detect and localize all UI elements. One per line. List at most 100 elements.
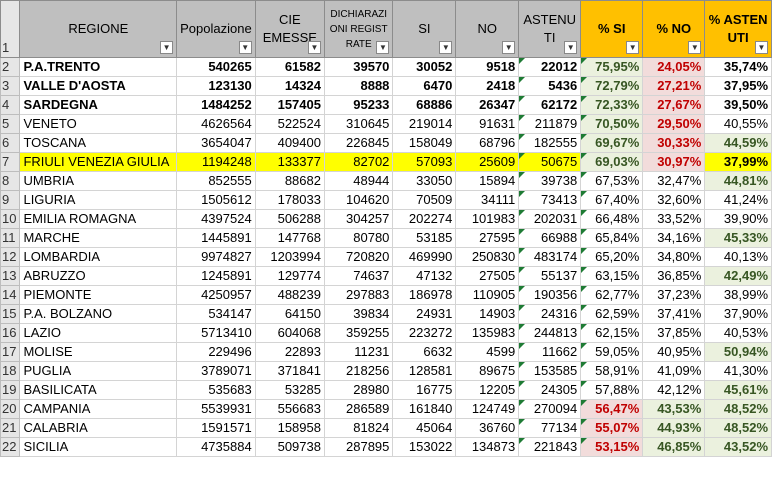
dropdown-arrow-icon[interactable]: ▼ [626,41,640,54]
cell-si[interactable]: 45064 [392,418,457,438]
cell-no[interactable]: 89675 [455,361,520,381]
cell-dichiarazioni[interactable]: 74637 [323,266,394,286]
cell-popolazione[interactable]: 3654047 [176,133,256,153]
dropdown-arrow-icon[interactable]: ▼ [376,41,390,54]
cell-cie[interactable]: 157405 [254,95,325,115]
cell-popolazione[interactable]: 1505612 [176,190,256,210]
cell-pct-astenuti[interactable]: 37,90% [704,304,772,324]
cell-pct-astenuti[interactable]: 38,99% [704,285,772,305]
cell-si[interactable]: 24931 [392,304,457,324]
cell-pct-si[interactable]: 63,15% [580,266,644,286]
row-number[interactable]: 13 [0,266,21,286]
cell-pct-no[interactable]: 40,95% [642,342,706,362]
row-number[interactable]: 20 [0,399,21,419]
cell-no[interactable]: 9518 [455,57,520,77]
cell-pct-si[interactable]: 58,91% [580,361,644,381]
cell-pct-astenuti[interactable]: 39,50% [704,95,772,115]
header-si[interactable]: SI ▼ [392,0,457,58]
cell-pct-astenuti[interactable]: 35,74% [704,57,772,77]
cell-dichiarazioni[interactable]: 304257 [323,209,394,229]
cell-popolazione[interactable]: 5713410 [176,323,256,343]
dropdown-arrow-icon[interactable]: ▼ [439,41,453,54]
cell-cie[interactable]: 604068 [254,323,325,343]
cell-si[interactable]: 186978 [392,285,457,305]
cell-astenuti[interactable]: 77134 [518,418,582,438]
cell-no[interactable]: 2418 [455,76,520,96]
cell-regione[interactable]: LIGURIA [19,190,178,210]
cell-pct-si[interactable]: 72,79% [580,76,644,96]
dropdown-arrow-icon[interactable]: ▼ [160,41,174,54]
cell-cie[interactable]: 556683 [254,399,325,419]
cell-pct-no[interactable]: 32,47% [642,171,706,191]
header-no[interactable]: NO ▼ [455,0,520,58]
row-number[interactable]: 14 [0,285,21,305]
cell-regione[interactable]: TOSCANA [19,133,178,153]
cell-regione[interactable]: VALLE D'AOSTA [19,76,178,96]
cell-regione[interactable]: LAZIO [19,323,178,343]
cell-dichiarazioni[interactable]: 39834 [323,304,394,324]
cell-regione[interactable]: PIEMONTE [19,285,178,305]
cell-cie[interactable]: 88682 [254,171,325,191]
dropdown-arrow-icon[interactable]: ▼ [307,41,321,54]
cell-popolazione[interactable]: 9974827 [176,247,256,267]
cell-pct-astenuti[interactable]: 41,30% [704,361,772,381]
cell-regione[interactable]: P.A. BOLZANO [19,304,178,324]
cell-cie[interactable]: 509738 [254,437,325,457]
cell-dichiarazioni[interactable]: 95233 [323,95,394,115]
cell-si[interactable]: 16775 [392,380,457,400]
cell-no[interactable]: 12205 [455,380,520,400]
cell-regione[interactable]: PUGLIA [19,361,178,381]
cell-si[interactable]: 161840 [392,399,457,419]
row-number[interactable]: 2 [0,57,21,77]
cell-popolazione[interactable]: 535683 [176,380,256,400]
cell-pct-si[interactable]: 66,48% [580,209,644,229]
cell-regione[interactable]: CALABRIA [19,418,178,438]
cell-pct-no[interactable]: 34,16% [642,228,706,248]
cell-pct-si[interactable]: 69,67% [580,133,644,153]
row-number[interactable]: 5 [0,114,21,134]
cell-pct-astenuti[interactable]: 39,90% [704,209,772,229]
cell-cie[interactable]: 53285 [254,380,325,400]
cell-astenuti[interactable]: 50675 [518,152,582,172]
cell-popolazione[interactable]: 1484252 [176,95,256,115]
cell-astenuti[interactable]: 202031 [518,209,582,229]
cell-regione[interactable]: CAMPANIA [19,399,178,419]
cell-pct-no[interactable]: 46,85% [642,437,706,457]
cell-cie[interactable]: 409400 [254,133,325,153]
cell-pct-si[interactable]: 67,53% [580,171,644,191]
cell-cie[interactable]: 64150 [254,304,325,324]
cell-pct-si[interactable]: 57,88% [580,380,644,400]
cell-pct-astenuti[interactable]: 41,24% [704,190,772,210]
row-number[interactable]: 8 [0,171,21,191]
cell-cie[interactable]: 522524 [254,114,325,134]
cell-pct-astenuti[interactable]: 40,13% [704,247,772,267]
cell-no[interactable]: 27505 [455,266,520,286]
cell-pct-no[interactable]: 36,85% [642,266,706,286]
cell-no[interactable]: 14903 [455,304,520,324]
cell-cie[interactable]: 14324 [254,76,325,96]
cell-si[interactable]: 53185 [392,228,457,248]
cell-dichiarazioni[interactable]: 310645 [323,114,394,134]
cell-popolazione[interactable]: 4735884 [176,437,256,457]
cell-dichiarazioni[interactable]: 39570 [323,57,394,77]
cell-no[interactable]: 110905 [455,285,520,305]
cell-dichiarazioni[interactable]: 297883 [323,285,394,305]
cell-popolazione[interactable]: 1245891 [176,266,256,286]
cell-pct-astenuti[interactable]: 44,81% [704,171,772,191]
row-number[interactable]: 15 [0,304,21,324]
cell-pct-no[interactable]: 43,53% [642,399,706,419]
cell-popolazione[interactable]: 5539931 [176,399,256,419]
cell-astenuti[interactable]: 24305 [518,380,582,400]
cell-pct-no[interactable]: 37,41% [642,304,706,324]
cell-pct-si[interactable]: 62,15% [580,323,644,343]
cell-pct-no[interactable]: 27,67% [642,95,706,115]
row-number[interactable]: 6 [0,133,21,153]
cell-no[interactable]: 15894 [455,171,520,191]
cell-si[interactable]: 153022 [392,437,457,457]
dropdown-arrow-icon[interactable]: ▼ [564,41,578,54]
cell-astenuti[interactable]: 221843 [518,437,582,457]
cell-cie[interactable]: 178033 [254,190,325,210]
cell-si[interactable]: 6470 [392,76,457,96]
cell-cie[interactable]: 129774 [254,266,325,286]
cell-pct-si[interactable]: 65,20% [580,247,644,267]
